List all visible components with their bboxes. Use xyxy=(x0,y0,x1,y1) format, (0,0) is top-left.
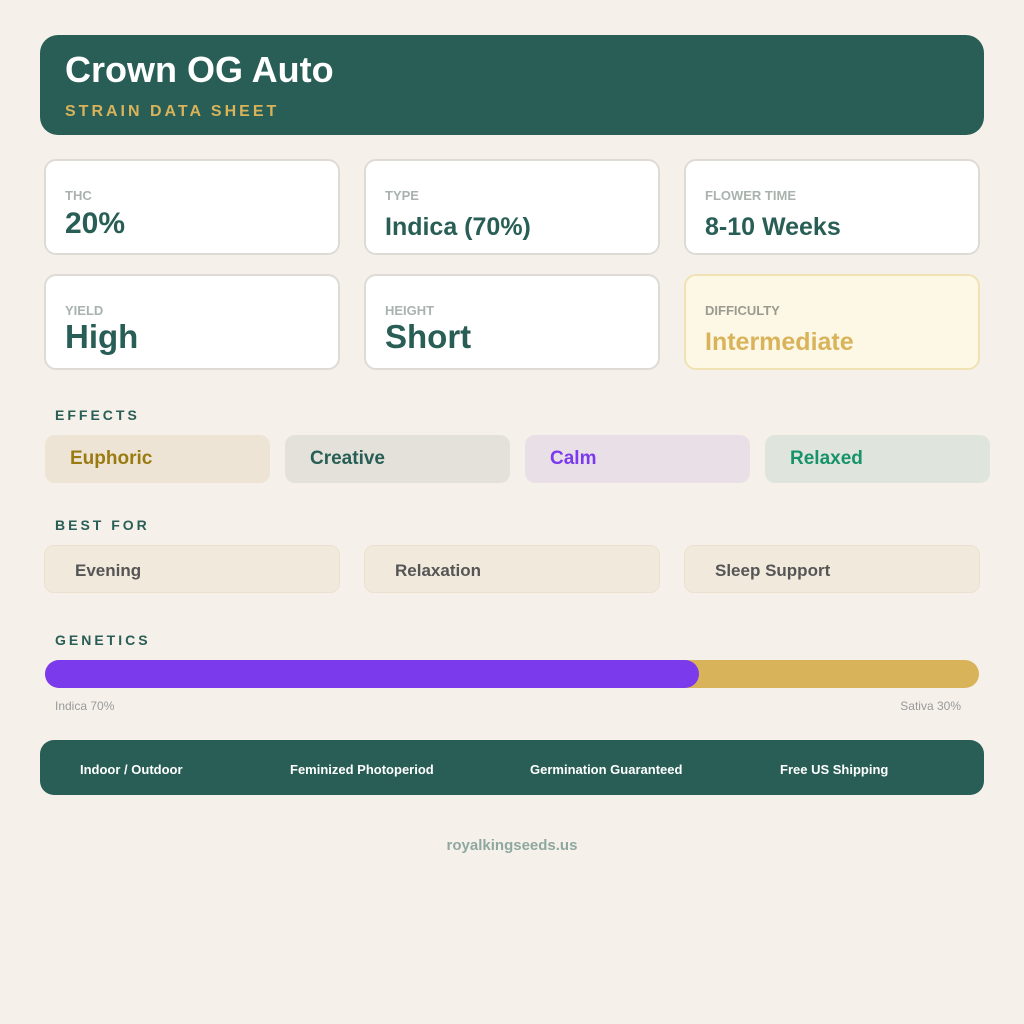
best-for-heading: BEST FOR xyxy=(55,517,150,533)
genetics-indica-segment xyxy=(45,660,699,688)
feature-shipping: Free US Shipping xyxy=(780,762,889,777)
website-link[interactable]: royalkingseeds.us xyxy=(0,837,1024,854)
stat-card-height: HEIGHT Short xyxy=(364,274,660,370)
genetics-bar xyxy=(45,660,979,688)
stat-value: 8-10 Weeks xyxy=(705,213,841,241)
best-for-item-relaxation: Relaxation xyxy=(364,545,660,593)
stat-card-flower-time: FLOWER TIME 8-10 Weeks xyxy=(684,159,980,255)
effect-label: Euphoric xyxy=(70,448,153,469)
stat-card-difficulty: DIFFICULTY Intermediate xyxy=(684,274,980,370)
effect-chip-euphoric: Euphoric xyxy=(45,435,270,483)
effects-heading: EFFECTS xyxy=(55,407,140,423)
stat-label: HEIGHT xyxy=(385,303,435,318)
best-for-label: Sleep Support xyxy=(715,561,831,580)
stat-card-type: TYPE Indica (70%) xyxy=(364,159,660,255)
stat-label: TYPE xyxy=(385,188,419,203)
effect-label: Calm xyxy=(550,448,597,469)
stat-card-thc: THC 20% xyxy=(44,159,340,255)
genetics-heading: GENETICS xyxy=(55,632,151,648)
best-for-item-evening: Evening xyxy=(44,545,340,593)
feature-germination: Germination Guaranteed xyxy=(530,762,683,777)
page-title: Crown OG Auto xyxy=(65,49,334,90)
features-band: Indoor / Outdoor Feminized Photoperiod G… xyxy=(40,740,984,795)
effect-chip-calm: Calm xyxy=(525,435,750,483)
header-banner: Crown OG Auto STRAIN DATA SHEET xyxy=(40,35,984,135)
best-for-item-sleep-support: Sleep Support xyxy=(684,545,980,593)
effect-label: Creative xyxy=(310,448,385,469)
stat-card-yield: YIELD High xyxy=(44,274,340,370)
effect-chip-relaxed: Relaxed xyxy=(765,435,990,483)
stat-label: DIFFICULTY xyxy=(705,303,780,318)
effect-label: Relaxed xyxy=(790,448,863,469)
stat-label: YIELD xyxy=(65,303,104,318)
stat-label: THC xyxy=(65,188,92,203)
stat-value: 20% xyxy=(65,207,126,240)
feature-feminized: Feminized Photoperiod xyxy=(290,762,434,777)
page-subtitle: STRAIN DATA SHEET xyxy=(65,103,280,120)
effect-chip-creative: Creative xyxy=(285,435,510,483)
indica-percentage: Indica 70% xyxy=(55,699,115,713)
feature-indoor-outdoor: Indoor / Outdoor xyxy=(80,762,183,777)
stat-value: Short xyxy=(385,318,472,355)
sativa-percentage: Sativa 30% xyxy=(900,699,961,713)
stat-value: Intermediate xyxy=(705,328,854,356)
stat-value: High xyxy=(65,318,139,355)
best-for-label: Relaxation xyxy=(395,561,481,580)
stat-value: Indica (70%) xyxy=(385,213,531,241)
stat-label: FLOWER TIME xyxy=(705,188,796,203)
best-for-label: Evening xyxy=(75,561,142,580)
